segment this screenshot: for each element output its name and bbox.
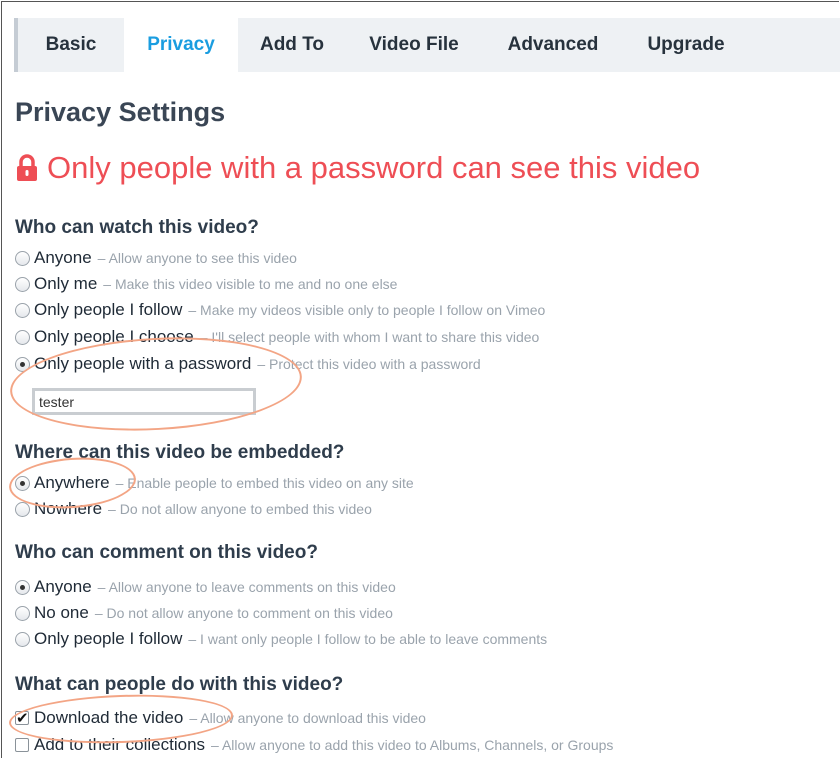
option-label: Nowhere	[34, 499, 103, 518]
option-description: – Do not allow anyone to comment on this…	[94, 605, 393, 621]
option-label: Only people I follow	[34, 629, 183, 648]
radio-button-selected[interactable]	[15, 579, 30, 595]
action-option-download[interactable]: ✔ Download the video – Allow anyone to d…	[15, 707, 426, 729]
option-description: – I'll select people with whom I want to…	[199, 329, 540, 345]
page-title: Privacy Settings	[15, 97, 226, 127]
option-label: Anyone	[34, 248, 92, 267]
option-label: Only people I follow	[34, 300, 183, 319]
option-description: – I want only people I follow to be able…	[188, 631, 548, 647]
comment-option-anyone[interactable]: Anyone – Allow anyone to leave comments …	[15, 576, 396, 598]
option-label: Only people I choose	[34, 327, 194, 346]
option-description: – Allow anyone to download this video	[189, 710, 426, 726]
option-description: – Allow anyone to see this video	[97, 250, 297, 266]
lock-icon	[15, 154, 39, 182]
option-label: Only people with a password	[34, 354, 252, 373]
watch-option-only-me[interactable]: Only me – Make this video visible to me …	[15, 273, 397, 295]
option-label: Only me	[34, 274, 98, 293]
tab-basic[interactable]: Basic	[28, 18, 114, 72]
watch-option-anyone[interactable]: Anyone – Allow anyone to see this video	[15, 247, 297, 269]
option-description: – Allow anyone to leave comments on this…	[97, 579, 396, 595]
option-description: – Enable people to embed this video on a…	[115, 475, 414, 491]
watch-heading: Who can watch this video?	[15, 217, 259, 238]
action-option-add-collections[interactable]: Add to their collections – Allow anyone …	[15, 734, 613, 756]
option-label: Anywhere	[34, 473, 110, 492]
privacy-status-text: Only people with a password can see this…	[47, 150, 701, 185]
radio-button-selected[interactable]	[15, 356, 30, 372]
tab-advanced[interactable]: Advanced	[496, 18, 610, 72]
radio-button[interactable]	[15, 329, 30, 345]
option-label: Download the video	[34, 708, 184, 727]
option-description: – Do not allow anyone to embed this vide…	[108, 501, 372, 517]
embed-heading: Where can this video be embedded?	[15, 442, 345, 463]
option-description: – Protect this video with a password	[257, 356, 481, 372]
option-description: – Allow anyone to add this video to Albu…	[211, 737, 614, 753]
option-label: No one	[34, 603, 89, 622]
privacy-status: Only people with a password can see this…	[15, 148, 700, 188]
comment-option-people-i-follow[interactable]: Only people I follow – I want only peopl…	[15, 628, 547, 650]
checkbox-checked[interactable]: ✔	[15, 711, 29, 726]
option-description: – Make my videos visible only to people …	[188, 302, 546, 318]
tab-bar: Basic Privacy Add To Video File Advanced…	[14, 18, 840, 72]
password-input[interactable]	[32, 388, 256, 415]
comment-option-no-one[interactable]: No one – Do not allow anyone to comment …	[15, 602, 393, 624]
watch-option-password[interactable]: Only people with a password – Protect th…	[15, 353, 481, 375]
watch-option-people-i-choose[interactable]: Only people I choose – I'll select peopl…	[15, 326, 539, 348]
comment-heading: Who can comment on this video?	[15, 542, 318, 563]
option-label: Anyone	[34, 577, 92, 596]
radio-button[interactable]	[15, 250, 30, 266]
option-label: Add to their collections	[34, 735, 206, 754]
embed-option-anywhere[interactable]: Anywhere – Enable people to embed this v…	[15, 472, 414, 494]
radio-button-selected[interactable]	[15, 475, 30, 491]
radio-button[interactable]	[15, 302, 30, 318]
radio-button[interactable]	[15, 631, 30, 647]
radio-button[interactable]	[15, 501, 30, 517]
tab-video-file[interactable]: Video File	[358, 18, 470, 72]
radio-button[interactable]	[15, 605, 30, 621]
checkbox[interactable]	[15, 738, 29, 752]
radio-button[interactable]	[15, 276, 30, 292]
tab-privacy[interactable]: Privacy	[124, 18, 238, 72]
actions-heading: What can people do with this video?	[15, 674, 344, 695]
embed-option-nowhere[interactable]: Nowhere – Do not allow anyone to embed t…	[15, 498, 372, 520]
watch-option-people-i-follow[interactable]: Only people I follow – Make my videos vi…	[15, 299, 545, 321]
tab-add-to[interactable]: Add To	[248, 18, 336, 72]
option-description: – Make this video visible to me and no o…	[103, 276, 398, 292]
tab-upgrade[interactable]: Upgrade	[636, 18, 736, 72]
